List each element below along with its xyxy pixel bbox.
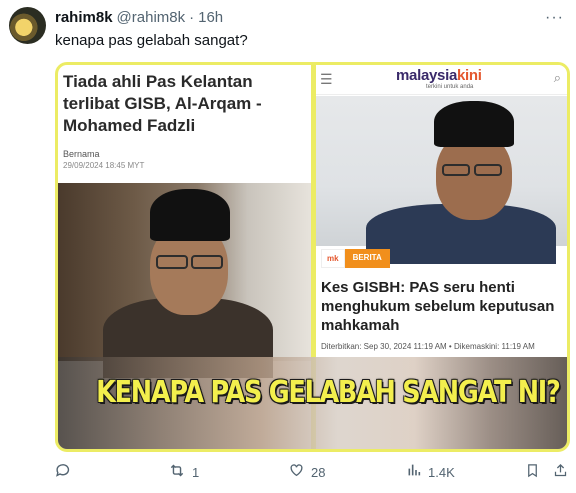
like-button[interactable]: 28 xyxy=(288,462,325,482)
malaysiakini-logo: malaysiakini xyxy=(396,67,482,84)
more-options-icon[interactable]: ··· xyxy=(545,9,564,27)
like-count: 28 xyxy=(311,464,326,480)
retweet-icon xyxy=(168,462,186,483)
tweet-text: kenapa pas gelabah sangat? xyxy=(55,32,248,49)
site-badge: mk xyxy=(321,249,345,268)
hamburger-menu-icon: ☰ xyxy=(320,71,333,87)
timestamp[interactable]: 16h xyxy=(198,9,223,26)
logo-tagline: terkini untuk anda xyxy=(426,84,474,90)
display-name[interactable]: rahim8k xyxy=(55,9,113,26)
retweet-button[interactable]: 1 xyxy=(168,462,199,483)
left-news-photo xyxy=(58,183,311,378)
right-meta: Diterbitkan: Sep 30, 2024 11:19 AM • Dik… xyxy=(321,342,535,351)
reply-icon xyxy=(55,462,72,483)
category-badge: BERITA xyxy=(344,249,390,268)
views-button[interactable]: 1.4K xyxy=(406,462,455,482)
left-headline: Tiada ahli Pas Kelantan terlibat GISB, A… xyxy=(63,72,262,135)
right-headline: Kes GISBH: PAS seru henti menghukum sebe… xyxy=(321,279,555,334)
person-photo-right xyxy=(346,96,556,264)
views-icon xyxy=(406,462,422,482)
malaysiakini-topbar: ☰ malaysiakini terkini untuk anda ⌕ xyxy=(316,65,567,95)
left-source: Bernama xyxy=(63,149,100,159)
views-count: 1.4K xyxy=(428,464,455,480)
retweet-count: 1 xyxy=(192,465,200,480)
tweet-header: rahim8k @rahim8k · 16h xyxy=(55,9,223,26)
bookmark-button[interactable] xyxy=(525,462,540,483)
share-button[interactable] xyxy=(553,462,568,483)
separator: · xyxy=(189,9,195,26)
article-badges: mk BERITA xyxy=(321,249,390,268)
meme-caption: KENAPA PAS GELABAH SANGAT NI? xyxy=(96,375,561,410)
handle[interactable]: @rahim8k xyxy=(117,9,186,26)
tweet-media-image[interactable]: Tiada ahli Pas Kelantan terlibat GISB, A… xyxy=(55,62,570,452)
search-icon: ⌕ xyxy=(553,70,561,85)
share-icon xyxy=(553,462,568,483)
avatar[interactable] xyxy=(9,7,46,44)
person-photo-left xyxy=(98,183,278,378)
bookmark-icon xyxy=(525,462,540,483)
right-news-photo xyxy=(316,96,567,264)
reply-button[interactable] xyxy=(55,462,78,483)
left-date: 29/09/2024 18:45 MYT xyxy=(63,161,145,170)
tweet-actions: 1 28 1.4K xyxy=(55,462,567,484)
heart-icon xyxy=(288,462,305,482)
